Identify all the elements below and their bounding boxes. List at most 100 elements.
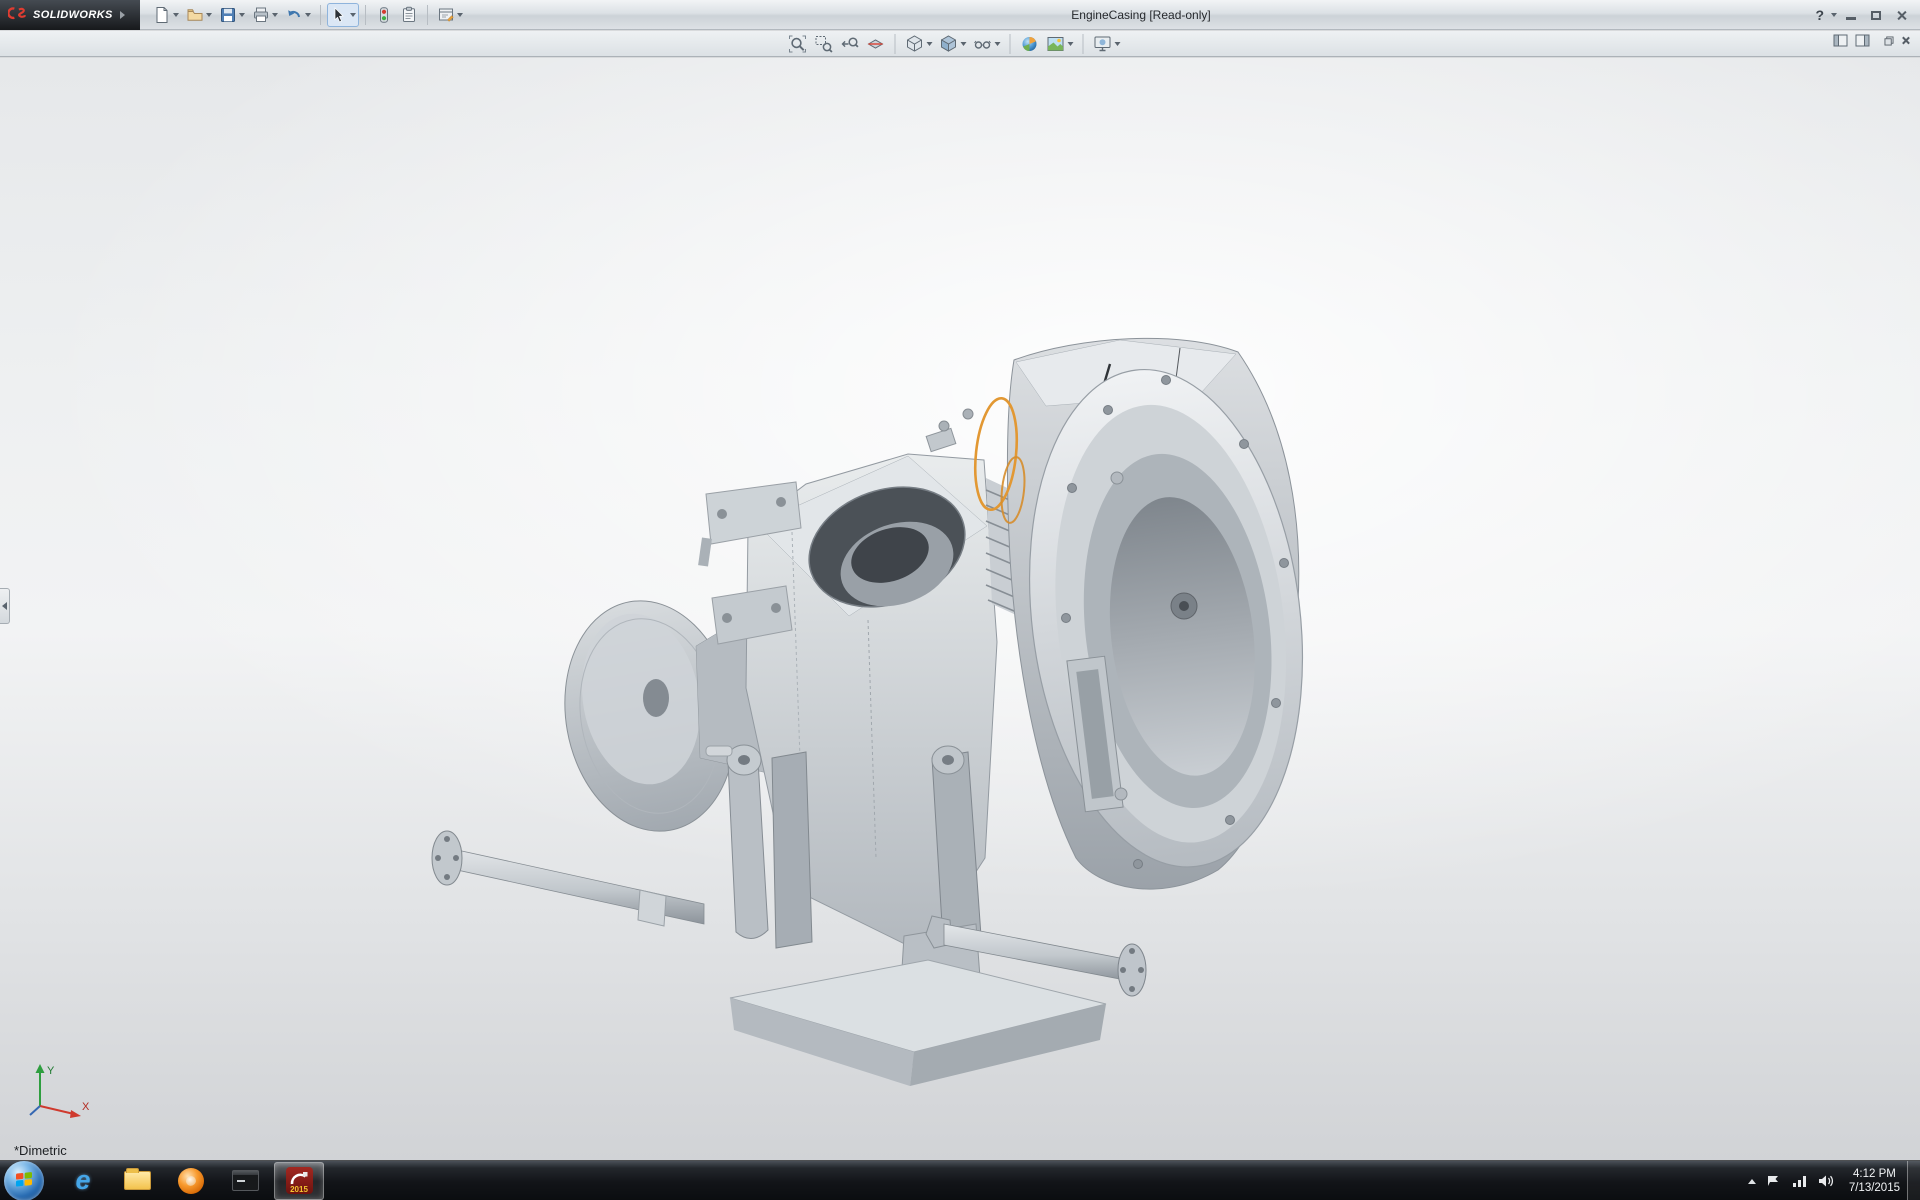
taskbar-clock[interactable]: 4:12 PM 7/13/2015 — [1845, 1167, 1904, 1195]
hide-show-items-button[interactable] — [971, 32, 1003, 55]
feature-panel-collapse-tab[interactable] — [0, 588, 10, 624]
save-button[interactable] — [216, 3, 248, 27]
pane-left-icon[interactable] — [1833, 34, 1848, 47]
titlebar-controls: ? — [1813, 0, 1912, 30]
triad-y-label: Y — [47, 1065, 55, 1077]
solidworks-logo: SOLIDWORKS — [0, 0, 140, 30]
edit-appearance-button[interactable] — [1018, 32, 1042, 55]
apply-scene-button[interactable] — [1044, 32, 1076, 55]
start-button[interactable] — [4, 1161, 44, 1200]
graphics-viewport[interactable]: Y X *Dimetric — [0, 58, 1920, 1160]
view-orientation-button[interactable] — [903, 32, 935, 55]
dropdown-caret-icon[interactable] — [206, 13, 212, 17]
undo-button[interactable] — [282, 3, 314, 27]
undo-icon — [285, 6, 303, 24]
show-hidden-icons-button[interactable] — [1748, 1179, 1756, 1184]
rebuild-icon — [375, 6, 393, 24]
network-icon[interactable] — [1792, 1174, 1808, 1188]
apply-scene-icon — [1046, 34, 1066, 54]
dropdown-caret-icon[interactable] — [305, 13, 311, 17]
headsup-row — [0, 31, 1920, 57]
zoom-to-area-icon — [814, 34, 834, 54]
model-left-shaft[interactable] — [432, 831, 704, 926]
toolbar-separator — [895, 34, 896, 54]
new-document-button[interactable] — [150, 3, 182, 27]
brand-text: SOLIDWORKS — [33, 9, 113, 21]
internet-explorer-icon: e — [75, 1167, 90, 1194]
dropdown-caret-icon[interactable] — [1115, 42, 1121, 46]
help-dropdown-caret-icon[interactable] — [1831, 13, 1837, 17]
file-properties-button[interactable] — [397, 3, 421, 27]
system-tray: 4:12 PM 7/13/2015 — [1748, 1161, 1904, 1200]
taskbar-internet-explorer[interactable]: e — [58, 1162, 108, 1200]
command-prompt-icon — [232, 1170, 259, 1191]
dropdown-caret-icon[interactable] — [457, 13, 463, 17]
close-button[interactable] — [1890, 5, 1912, 25]
hide-show-items-icon — [973, 34, 993, 54]
view-settings-button[interactable] — [1091, 32, 1123, 55]
select-cursor-icon — [330, 6, 348, 24]
show-desktop-button[interactable] — [1907, 1161, 1920, 1200]
solidworks-app-icon: 2015 — [286, 1167, 313, 1194]
pane-right-icon[interactable] — [1855, 34, 1870, 47]
taskbar-apps: e 2015 — [58, 1161, 324, 1200]
minimize-button[interactable] — [1840, 5, 1862, 25]
volume-icon[interactable] — [1818, 1174, 1835, 1188]
dropdown-caret-icon[interactable] — [350, 13, 356, 17]
edit-appearance-icon — [1020, 34, 1040, 54]
clock-time: 4:12 PM — [1849, 1167, 1900, 1181]
display-style-icon — [939, 34, 959, 54]
document-title: EngineCasing [Read-only] — [1071, 0, 1210, 30]
taskbar-media-player[interactable] — [166, 1162, 216, 1200]
previous-view-icon — [840, 34, 860, 54]
select-button[interactable] — [327, 3, 359, 27]
action-center-icon[interactable] — [1766, 1174, 1782, 1188]
zoom-to-area-button[interactable] — [812, 32, 836, 55]
view-orientation-label: *Dimetric — [14, 1143, 67, 1158]
toolbar-separator — [365, 5, 366, 25]
dropdown-caret-icon[interactable] — [927, 42, 933, 46]
doc-close-button[interactable] — [1901, 36, 1910, 45]
solidworks-window: SOLIDWORKS — [0, 0, 1920, 1200]
view-settings-icon — [1093, 34, 1113, 54]
doc-restore-button[interactable] — [1885, 36, 1894, 45]
previous-view-button[interactable] — [838, 32, 862, 55]
folder-icon — [124, 1171, 151, 1190]
document-window-controls — [1833, 34, 1910, 47]
dropdown-caret-icon[interactable] — [173, 13, 179, 17]
rebuild-button[interactable] — [372, 3, 396, 27]
dropdown-caret-icon[interactable] — [272, 13, 278, 17]
zoom-to-fit-button[interactable] — [786, 32, 810, 55]
collapse-arrow-icon — [2, 602, 7, 610]
options-icon — [437, 6, 455, 24]
toolbar-separator — [320, 5, 321, 25]
minimize-icon — [1846, 17, 1856, 20]
windows-flag-icon — [13, 1170, 35, 1192]
options-button[interactable] — [434, 3, 466, 27]
print-icon — [252, 6, 270, 24]
logo-chevron-icon — [120, 11, 125, 19]
dropdown-caret-icon[interactable] — [239, 13, 245, 17]
titlebar[interactable]: SOLIDWORKS — [0, 0, 1920, 30]
maximize-button[interactable] — [1865, 5, 1887, 25]
section-view-icon — [866, 34, 886, 54]
dropdown-caret-icon[interactable] — [995, 42, 1001, 46]
open-icon — [186, 6, 204, 24]
engine-casing-model[interactable] — [0, 58, 1920, 1160]
section-view-button[interactable] — [864, 32, 888, 55]
taskbar-windows-explorer[interactable] — [112, 1162, 162, 1200]
reference-triad[interactable]: Y X — [22, 1058, 96, 1122]
solidworks-version-badge: 2015 — [286, 1185, 313, 1194]
taskbar-solidworks[interactable]: 2015 — [274, 1162, 324, 1200]
save-icon — [219, 6, 237, 24]
taskbar-command-prompt[interactable] — [220, 1162, 270, 1200]
open-button[interactable] — [183, 3, 215, 27]
maximize-icon — [1871, 11, 1881, 20]
view-orientation-cube-icon — [905, 34, 925, 54]
model-clutch-housing[interactable] — [1003, 338, 1330, 889]
help-button[interactable]: ? — [1813, 7, 1826, 23]
dropdown-caret-icon[interactable] — [961, 42, 967, 46]
display-style-button[interactable] — [937, 32, 969, 55]
print-button[interactable] — [249, 3, 281, 27]
dropdown-caret-icon[interactable] — [1068, 42, 1074, 46]
